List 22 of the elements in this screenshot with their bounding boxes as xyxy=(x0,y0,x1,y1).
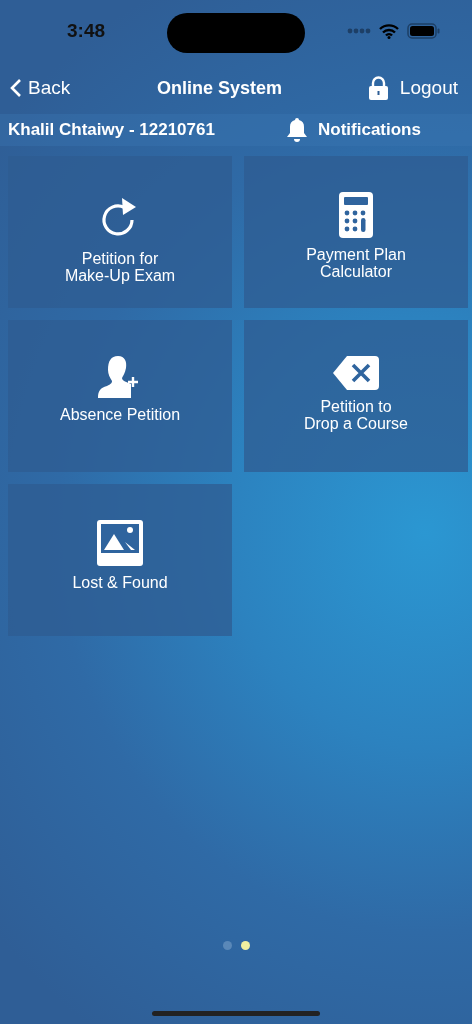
bell-icon xyxy=(286,117,308,143)
menu-tile[interactable]: Payment Plan Calculator xyxy=(244,156,468,308)
logout-button[interactable]: Logout xyxy=(368,76,458,100)
signal-icon xyxy=(347,28,371,34)
delete-key-icon xyxy=(333,356,379,390)
menu-tile[interactable]: Lost & Found xyxy=(8,484,232,636)
battery-icon xyxy=(407,23,440,39)
menu-tile[interactable]: Petition for Make-Up Exam xyxy=(8,156,232,308)
lock-icon xyxy=(368,76,388,100)
calculator-icon xyxy=(339,192,373,238)
page-dot[interactable] xyxy=(240,941,250,950)
screen-title: Online System xyxy=(157,77,283,99)
clock: 3:48 xyxy=(67,20,107,42)
chevron-icon xyxy=(10,78,22,98)
page-dot[interactable] xyxy=(222,941,232,950)
menu-tile[interactable]: Absence Petition xyxy=(8,320,232,472)
image-icon xyxy=(97,520,143,566)
menu-tile[interactable]: Petition to Drop a Course xyxy=(244,320,468,472)
student-name: Khalil Chtaiwy - 12210761 xyxy=(8,120,216,140)
notifications-button[interactable]: Notifications xyxy=(286,117,421,143)
wifi-icon xyxy=(379,23,399,39)
back-button[interactable]: Back xyxy=(10,77,71,99)
